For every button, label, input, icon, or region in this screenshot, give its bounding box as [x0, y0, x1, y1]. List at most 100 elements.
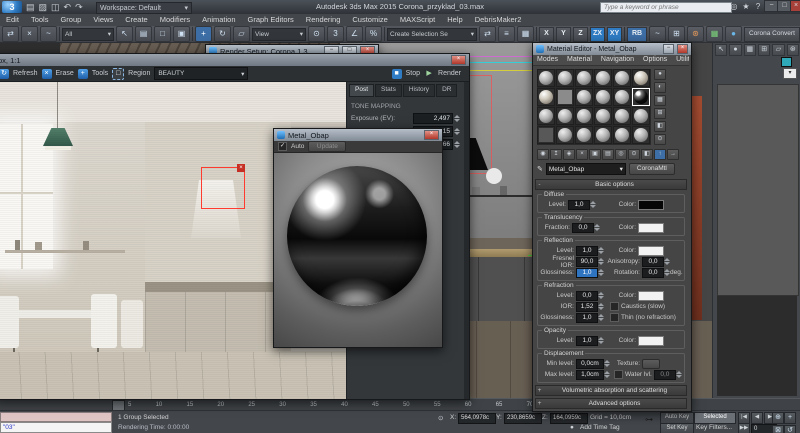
select-link-icon[interactable]: ⇄	[2, 26, 19, 42]
preview-titlebar[interactable]: Metal_Obap ×	[274, 129, 442, 141]
update-button[interactable]: Update	[308, 141, 346, 152]
go-to-end-icon[interactable]: ▶▶	[738, 423, 750, 433]
named-selection-sets-dropdown[interactable]: Create Selection Se ▾	[387, 28, 477, 41]
menu-utilities[interactable]: Utilities	[672, 55, 689, 65]
use-center-icon[interactable]: ⊙	[308, 26, 325, 42]
compare-icon[interactable]: ◧	[654, 121, 666, 132]
anisotropy-field[interactable]: 0,0	[642, 257, 664, 267]
curve-editor-icon[interactable]: ~	[649, 26, 666, 42]
tab-dr[interactable]: DR	[436, 84, 457, 97]
menu-graph-editors[interactable]: Graph Editors	[242, 14, 300, 26]
create-tab-icon[interactable]: ↖	[715, 44, 727, 56]
refraction-level-field[interactable]: 0,0	[576, 291, 598, 301]
material-id-icon[interactable]: ◎	[615, 149, 627, 160]
material-slot[interactable]	[537, 69, 555, 87]
glossiness-field[interactable]: 1,0	[576, 268, 598, 278]
spinner[interactable]	[664, 257, 670, 266]
axis-z-button[interactable]: Z	[573, 27, 588, 42]
utilities-tab-icon[interactable]: ⊛	[787, 44, 799, 56]
pick-material-icon[interactable]: ✎	[537, 165, 543, 173]
background-icon[interactable]: ▦	[654, 95, 666, 106]
tab-post[interactable]: Post	[349, 84, 374, 97]
render-region-box[interactable]	[201, 167, 245, 209]
menu-edit[interactable]: Edit	[0, 14, 25, 26]
volumetric-rollout[interactable]: + Volumetric absorption and scattering	[535, 385, 687, 396]
menu-modifiers[interactable]: Modifiers	[154, 14, 196, 26]
water-level-checkbox[interactable]	[614, 370, 623, 379]
tools-icon[interactable]: +	[78, 69, 88, 79]
get-material-icon[interactable]: ◉	[537, 149, 549, 160]
refresh-icon[interactable]: ↻	[0, 69, 9, 79]
select-by-name-icon[interactable]: ▤	[135, 26, 152, 42]
axis-y-button[interactable]: Y	[556, 27, 571, 42]
menu-group[interactable]: Group	[54, 14, 87, 26]
modifier-dropdown[interactable]: ▾	[783, 68, 797, 79]
redo-icon[interactable]: ↷	[75, 1, 83, 13]
material-slot[interactable]	[594, 126, 612, 144]
menu-rendering[interactable]: Rendering	[300, 14, 347, 26]
render-button[interactable]: Render	[438, 70, 461, 77]
spinner[interactable]	[598, 302, 604, 311]
render-production-icon[interactable]: ●	[725, 26, 742, 42]
material-slot[interactable]	[537, 126, 555, 144]
ior-field[interactable]: 1,52	[576, 302, 598, 312]
tiling-icon[interactable]: ⊞	[654, 108, 666, 119]
motion-tab-icon[interactable]: ⊞	[758, 44, 770, 56]
refresh-label[interactable]: Refresh	[13, 70, 38, 77]
crossing-icon[interactable]: ▣	[173, 26, 190, 42]
material-slot[interactable]	[613, 126, 631, 144]
advanced-options-rollout[interactable]: + Advanced options	[535, 398, 687, 409]
spinner[interactable]	[598, 313, 604, 322]
rotation-field[interactable]: 0,0	[642, 268, 664, 278]
y-coordinate-field[interactable]: 230,8659c	[504, 413, 542, 424]
angle-snap-icon[interactable]: ∠	[346, 26, 363, 42]
add-time-tag[interactable]: Add Time Tag	[580, 424, 620, 431]
open-icon[interactable]: ▨	[39, 1, 48, 13]
workspace-dropdown[interactable]: Workspace: Default ▾	[96, 2, 192, 14]
stop-button[interactable]: Stop	[406, 70, 420, 77]
axis-x-button[interactable]: X	[539, 27, 554, 42]
spinner[interactable]	[454, 114, 460, 123]
material-slot[interactable]	[632, 126, 650, 144]
material-slot[interactable]	[613, 107, 631, 125]
material-slot[interactable]	[575, 69, 593, 87]
scale-icon[interactable]: ▱	[233, 26, 250, 42]
key-filters-button[interactable]: Key Filters...	[696, 424, 732, 431]
maxscript-listener[interactable]: "03"	[0, 422, 112, 433]
render-icon[interactable]: ▶	[424, 69, 434, 79]
material-slot[interactable]	[537, 107, 555, 125]
snap-toggle-icon[interactable]: 3	[327, 26, 344, 42]
sample-type-icon[interactable]: ●	[654, 69, 666, 80]
material-slot[interactable]	[613, 88, 631, 106]
auto-checkbox[interactable]: ✓	[278, 142, 287, 151]
material-slot[interactable]	[537, 88, 555, 106]
hierarchy-tab-icon[interactable]: ▦	[744, 44, 756, 56]
show-end-result-icon[interactable]: ◧	[641, 149, 653, 160]
menu-maxscript[interactable]: MAXScript	[394, 14, 441, 26]
fresnel-field[interactable]: 90,0	[576, 257, 598, 267]
material-slot[interactable]	[632, 69, 650, 87]
texture-button[interactable]	[642, 359, 660, 369]
material-slot[interactable]	[556, 88, 574, 106]
material-slot[interactable]	[556, 69, 574, 87]
caustics-checkbox[interactable]	[610, 302, 619, 311]
region-label[interactable]: Region	[128, 70, 150, 77]
x-coordinate-field[interactable]: 564,0978c	[458, 413, 496, 424]
axis-zx-button[interactable]: ZX	[590, 27, 605, 42]
opacity-level-field[interactable]: 1,0	[576, 336, 598, 346]
close-button[interactable]: ×	[677, 44, 688, 54]
tools-label[interactable]: Tools	[92, 70, 108, 77]
put-material-icon[interactable]: ↥	[550, 149, 562, 160]
water-level-field[interactable]: 0,0	[654, 370, 676, 380]
opacity-color-swatch[interactable]	[638, 336, 664, 346]
material-name-dropdown[interactable]: Metal_Obap ▾	[546, 163, 626, 175]
axis-xy-button[interactable]: XY	[607, 27, 622, 42]
layer-manager-icon[interactable]: ▦	[517, 26, 534, 42]
diffuse-color-swatch[interactable]	[638, 200, 664, 210]
refraction-glossiness-field[interactable]: 1,0	[576, 313, 598, 323]
macro-recorder-pane[interactable]	[0, 412, 112, 422]
zoom-icon[interactable]: ⊕	[772, 412, 784, 424]
erase-icon[interactable]: ×	[42, 69, 52, 79]
diffuse-level-field[interactable]: 1,0	[568, 200, 590, 210]
menu-create[interactable]: Create	[119, 14, 154, 26]
